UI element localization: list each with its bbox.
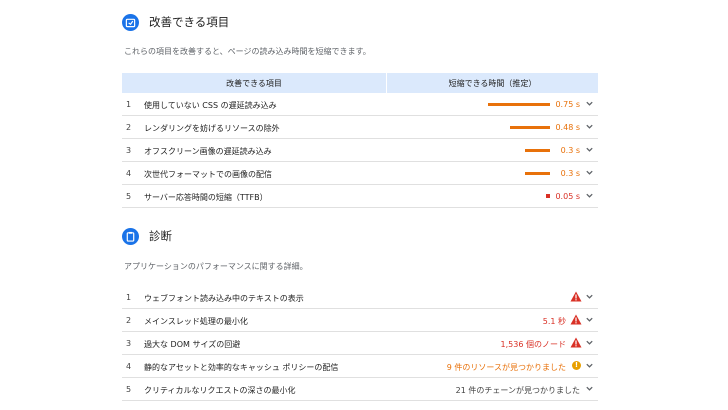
chevron-down-icon[interactable] — [585, 384, 594, 393]
row-index: 2 — [126, 316, 132, 325]
opportunity-row[interactable]: 1 使用していない CSS の遅延読み込み 0.75 s — [122, 93, 598, 116]
diagnostic-row[interactable]: 2 メインスレッド処理の最小化 5.1 秒 — [122, 309, 598, 332]
savings-bar — [488, 103, 550, 106]
diagnostic-value: 9 件のリソースが見つかりました — [446, 363, 566, 372]
diagnostic-row[interactable]: 5 クリティカルなリクエストの深さの最小化 21 件のチェーンが見つかりました — [122, 378, 598, 401]
savings-bar — [525, 149, 550, 152]
savings-value: 0.3 s — [560, 146, 580, 155]
chevron-down-icon[interactable] — [585, 122, 594, 131]
opportunity-row[interactable]: 4 次世代フォーマットでの画像の配信 0.3 s — [122, 162, 598, 185]
opportunities-header: 改善できる項目 — [122, 12, 229, 32]
row-label: サーバー応答時間の短縮（TTFB） — [144, 193, 268, 202]
chevron-down-icon[interactable] — [585, 292, 594, 301]
row-index: 1 — [126, 100, 132, 109]
chevron-down-icon[interactable] — [585, 145, 594, 154]
row-index: 4 — [126, 362, 132, 371]
chevron-down-icon[interactable] — [585, 338, 594, 347]
opportunity-row[interactable]: 3 オフスクリーン画像の遅延読み込み 0.3 s — [122, 139, 598, 162]
diagnostics-description: アプリケーションのパフォーマンスに関する詳細。 — [124, 262, 308, 271]
diagnostic-value: 5.1 秒 — [542, 317, 566, 326]
opportunities-description: これらの項目を改善すると、ページの読み込み時間を短縮できます。 — [124, 47, 371, 56]
row-label: 使用していない CSS の遅延読み込み — [144, 101, 277, 110]
row-index: 4 — [126, 169, 132, 178]
diagnostic-row[interactable]: 4 静的なアセットと効率的なキャッシュ ポリシーの配信 9 件のリソースが見つかりま… — [122, 355, 598, 378]
row-index: 3 — [126, 146, 132, 155]
column-header-item: 改善できる項目 — [122, 73, 387, 93]
chevron-down-icon[interactable] — [585, 168, 594, 177]
opportunity-row[interactable]: 5 サーバー応答時間の短縮（TTFB） 0.05 s — [122, 185, 598, 208]
row-index: 5 — [126, 192, 132, 201]
warning-triangle-icon — [570, 291, 582, 302]
diagnostics-title: 診断 — [149, 229, 172, 243]
chevron-down-icon[interactable] — [585, 315, 594, 324]
opportunity-row[interactable]: 2 レンダリングを妨げるリソースの除外 0.48 s — [122, 116, 598, 139]
row-index: 5 — [126, 385, 132, 394]
row-label: オフスクリーン画像の遅延読み込み — [144, 147, 272, 156]
row-label: 静的なアセットと効率的なキャッシュ ポリシーの配信 — [144, 363, 339, 372]
row-label: メインスレッド処理の最小化 — [144, 317, 248, 326]
row-index: 2 — [126, 123, 132, 132]
chevron-down-icon[interactable] — [585, 99, 594, 108]
warning-triangle-icon — [570, 314, 582, 325]
column-header-savings: 短縮できる時間（推定） — [448, 78, 537, 88]
row-index: 1 — [126, 293, 132, 302]
savings-bar — [525, 172, 550, 175]
clipboard-icon — [122, 227, 139, 245]
row-label: ウェブフォント読み込み中のテキストの表示 — [144, 294, 304, 303]
chevron-down-icon[interactable] — [585, 361, 594, 370]
row-label: 過大な DOM サイズの回避 — [144, 340, 241, 349]
savings-value: 0.75 s — [555, 100, 580, 109]
diagnostic-row[interactable]: 3 過大な DOM サイズの回避 1,536 個のノード — [122, 332, 598, 355]
row-label: 次世代フォーマットでの画像の配信 — [144, 170, 272, 179]
opportunities-section: 改善できる項目 これらの項目を改善すると、ページの読み込み時間を短縮できます。 … — [122, 0, 598, 210]
diagnostics-section: 診断 アプリケーションのパフォーマンスに関する詳細。 1 ウェブフォント読み込み中… — [122, 220, 598, 410]
diagnostic-value: 21 件のチェーンが見つかりました — [455, 386, 580, 395]
warning-triangle-icon — [570, 337, 582, 348]
diagnostic-row[interactable]: 1 ウェブフォント読み込み中のテキストの表示 — [122, 286, 598, 309]
diagnostics-header: 診断 — [122, 226, 172, 246]
savings-value: 0.48 s — [555, 123, 580, 132]
chevron-down-icon[interactable] — [585, 191, 594, 200]
row-label: クリティカルなリクエストの深さの最小化 — [144, 386, 296, 395]
savings-value: 0.05 s — [555, 192, 580, 201]
row-label: レンダリングを妨げるリソースの除外 — [144, 124, 280, 133]
opportunities-table-header: 改善できる項目 短縮できる時間（推定） — [122, 73, 598, 93]
savings-bar — [546, 194, 550, 198]
info-circle-icon: ! — [572, 361, 581, 370]
savings-bar — [510, 126, 550, 129]
savings-value: 0.3 s — [560, 169, 580, 178]
opportunities-title: 改善できる項目 — [149, 15, 230, 29]
opportunity-icon — [122, 13, 139, 31]
diagnostic-value: 1,536 個のノード — [500, 340, 566, 349]
row-index: 3 — [126, 339, 132, 348]
